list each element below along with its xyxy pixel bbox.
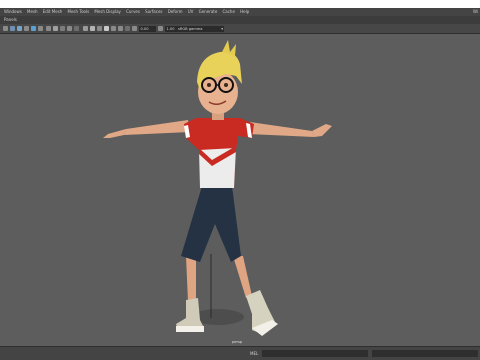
camera-icon[interactable] [3,26,8,31]
left-arm [103,120,190,138]
ambient-occlusion-icon[interactable] [118,26,123,31]
isolate-select-icon[interactable] [125,26,130,31]
camera-name-label: persp [232,340,243,344]
colorspace-value: sRGB gamma [178,27,203,31]
shadows-icon[interactable] [111,26,116,31]
chevron-down-icon: ▾ [221,27,223,31]
colorspace-dropdown[interactable]: sRGB gamma ▾ [176,26,224,32]
command-result-field [372,350,478,357]
exposure-field[interactable]: 0.00 [139,26,156,32]
resolution-gate-icon[interactable] [53,26,58,31]
menu-surfaces[interactable]: Surfaces [143,8,166,16]
menu-mesh-display[interactable]: Mesh Display [92,8,124,16]
lights-icon[interactable] [104,26,109,31]
menu-mesh-tools[interactable]: Mesh Tools [65,8,92,16]
workspace-label[interactable]: Wi [473,8,478,16]
textured-icon[interactable] [97,26,102,31]
shirt [184,118,254,188]
menu-windows[interactable]: Windows [0,8,24,16]
menu-deform[interactable]: Deform [165,8,185,16]
menu-uv[interactable]: UV [185,8,196,16]
right-arm [248,122,332,137]
main-menu-bar: Windows Mesh Edit Mesh Mesh Tools Mesh D… [0,8,480,16]
panel-menu-bar: Panels [0,16,480,24]
command-line: MEL [0,346,480,360]
right-sneaker [246,290,278,336]
3d-viewport[interactable]: persp [0,34,480,346]
command-input[interactable] [262,350,368,357]
smooth-shade-icon[interactable] [90,26,95,31]
bookmark-icon[interactable] [24,26,29,31]
shorts [181,186,241,262]
gamma-icon[interactable] [158,26,163,31]
script-language-toggle[interactable]: MEL [250,351,258,356]
xray-icon[interactable] [132,26,137,31]
menu-cache[interactable]: Cache [220,8,238,16]
safe-action-icon[interactable] [74,26,79,31]
wireframe-icon[interactable] [83,26,88,31]
select-camera-icon[interactable] [10,26,15,31]
legs [186,256,252,302]
viewport-toolbar: 0.00 1.00 sRGB gamma ▾ [0,24,480,34]
grid-icon[interactable] [38,26,43,31]
window-title-bar [0,0,480,8]
menu-edit-mesh[interactable]: Edit Mesh [40,8,65,16]
film-gate-icon[interactable] [46,26,51,31]
character-render [103,40,332,336]
menu-mesh[interactable]: Mesh [24,8,40,16]
menu-curves[interactable]: Curves [124,8,143,16]
field-chart-icon[interactable] [67,26,72,31]
menu-generate[interactable]: Generate [196,8,220,16]
panels-menu[interactable]: Panels [0,17,17,22]
image-plane-icon[interactable] [31,26,36,31]
gate-mask-icon[interactable] [60,26,65,31]
head [197,40,242,120]
menu-help[interactable]: Help [238,8,252,16]
lock-camera-icon[interactable] [17,26,22,31]
